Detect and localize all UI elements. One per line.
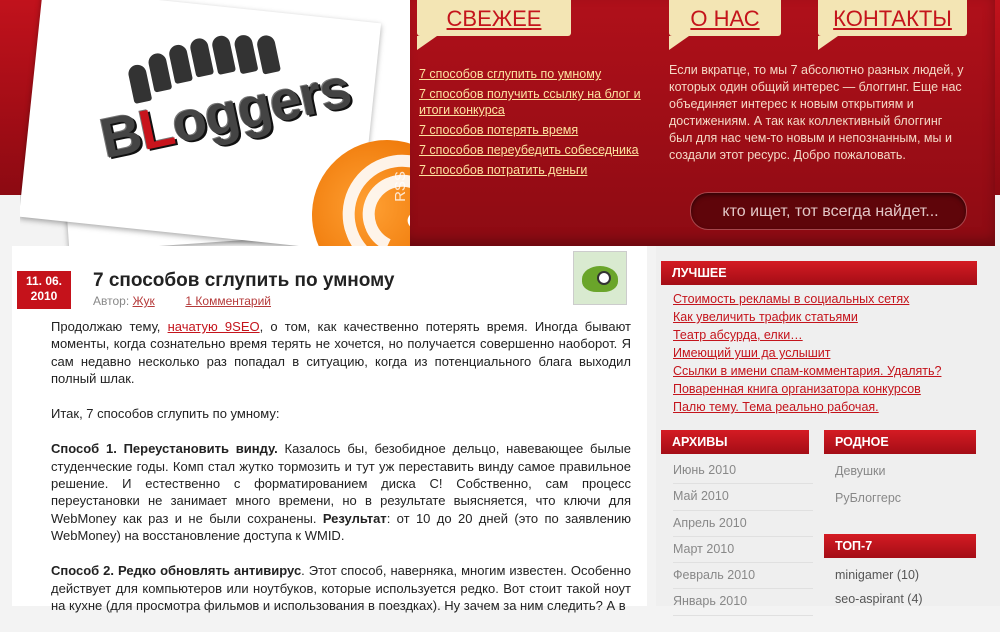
- best-link[interactable]: Палю тему. Тема реально рабочая.: [673, 400, 879, 414]
- author-link[interactable]: Жук: [133, 294, 155, 308]
- list-item: seo-aspirant (4): [835, 587, 975, 611]
- best-link[interactable]: Имеющий уши да услышит: [673, 346, 830, 360]
- archives-list: Июнь 2010 Май 2010 Апрель 2010 Март 2010…: [673, 458, 813, 616]
- paragraph: Продолжаю тему, начатую 9SEO, о том, как…: [51, 318, 631, 387]
- logo-silhouette: [146, 51, 173, 93]
- tab-contacts[interactable]: КОНТАКТЫ: [818, 0, 967, 50]
- logo-silhouette: [167, 43, 194, 85]
- date-year: 2010: [30, 289, 58, 303]
- list-item: Ссылки в имени спам-комментария. Удалять…: [673, 362, 973, 380]
- tab-about[interactable]: О НАС: [669, 0, 781, 50]
- archive-link[interactable]: Июнь 2010: [673, 458, 813, 485]
- list-item: 7 способов потратить деньги: [419, 162, 659, 178]
- best-link[interactable]: Ссылки в имени спам-комментария. Удалять…: [673, 364, 941, 378]
- list-item: Поваренная книга организатора конкурсов: [673, 380, 973, 398]
- widget-title-native: РОДНОЕ: [824, 430, 976, 454]
- paragraph: Способ 2. Редко обновлять антивирус. Это…: [51, 562, 631, 614]
- avatar-eye: [597, 271, 611, 285]
- archive-link[interactable]: Февраль 2010: [673, 563, 813, 590]
- search-input[interactable]: [701, 199, 960, 225]
- best-list: Стоимость рекламы в социальных сетях Как…: [673, 290, 973, 416]
- widget-title-archives: АРХИВЫ: [661, 430, 809, 454]
- paragraph: Способ 1. Переустановить винду. Казалось…: [51, 440, 631, 544]
- list-item: Палю тему. Тема реально рабочая.: [673, 398, 973, 416]
- search-box: [690, 192, 967, 230]
- archive-link[interactable]: Апрель 2010: [673, 511, 813, 537]
- about-text: Если вкратце, то мы 7 абсолютно разных л…: [669, 63, 964, 162]
- fresh-post-link[interactable]: 7 способов сглупить по умному: [419, 67, 601, 81]
- list-item: Театр абсурда, елки…: [673, 326, 973, 344]
- post-body: Продолжаю тему, начатую 9SEO, о том, как…: [51, 318, 631, 632]
- best-link[interactable]: Поваренная книга организатора конкурсов: [673, 382, 921, 396]
- list-item: 7 способов переубедить собеседника: [419, 142, 659, 158]
- best-link[interactable]: Театр абсурда, елки…: [673, 328, 803, 342]
- rss-label: RSS: [391, 171, 409, 202]
- text: Продолжаю тему,: [51, 319, 168, 334]
- archive-link[interactable]: Январь 2010: [673, 589, 813, 616]
- inline-link[interactable]: начатую 9SEO: [168, 319, 260, 334]
- top-user-count: (4): [907, 592, 923, 606]
- list-item: Как увеличить трафик статьями: [673, 308, 973, 326]
- top-user-link[interactable]: minigamer: [835, 568, 893, 582]
- tab-fresh[interactable]: СВЕЖЕЕ: [417, 0, 571, 50]
- paragraph: Итак, 7 способов сглупить по умному:: [51, 406, 280, 422]
- result-label: Результат: [322, 510, 387, 526]
- method-title: Способ 1. Переустановить винду.: [51, 441, 278, 457]
- author-label: Автор:: [93, 294, 130, 308]
- logo-silhouette: [210, 34, 237, 75]
- post-meta: Автор: Жук 1 Комментарий: [93, 294, 271, 308]
- list-item: 7 способов получить ссылку на блог и ито…: [419, 86, 659, 118]
- fresh-posts-list: 7 способов сглупить по умному 7 способов…: [419, 66, 659, 182]
- avatar: [573, 251, 627, 305]
- fresh-post-link[interactable]: 7 способов получить ссылку на блог и ито…: [419, 87, 641, 117]
- archive-link[interactable]: Март 2010: [673, 537, 813, 564]
- logo-silhouette: [188, 36, 215, 78]
- method-title: Способ 2. Редко обновлять антивирус: [51, 563, 302, 579]
- list-item: Стоимость рекламы в социальных сетях: [673, 290, 973, 308]
- logo-silhouette: [232, 33, 259, 75]
- list-item: 7 способов потерять время: [419, 122, 659, 138]
- fresh-post-link[interactable]: 7 способов переубедить собеседника: [419, 143, 639, 157]
- best-link[interactable]: Стоимость рекламы в социальных сетях: [673, 292, 909, 306]
- list-item: minigamer (10): [835, 563, 975, 587]
- fresh-post-link[interactable]: 7 способов потерять время: [419, 123, 578, 137]
- logo-area[interactable]: BLoggers RSS: [20, 0, 410, 250]
- top-user-link[interactable]: seo-aspirant: [835, 592, 904, 606]
- list-item: 7 способов сглупить по умному: [419, 66, 659, 82]
- post-title[interactable]: 7 способов сглупить по умному: [93, 270, 394, 292]
- date-badge: 11. 06. 2010: [17, 271, 71, 309]
- native-link[interactable]: РуБлоггерс: [835, 485, 975, 512]
- native-list: Девушки РуБлоггерс: [835, 458, 975, 512]
- best-link[interactable]: Как увеличить трафик статьями: [673, 310, 858, 324]
- archive-link[interactable]: Май 2010: [673, 484, 813, 511]
- widget-title-top: ТОП-7: [824, 534, 976, 558]
- comments-link[interactable]: 1 Комментарий: [185, 294, 271, 308]
- top-user-count: (10): [896, 568, 920, 582]
- fresh-post-link[interactable]: 7 способов потратить деньги: [419, 163, 587, 177]
- native-link[interactable]: Девушки: [835, 458, 975, 485]
- widget-title-best: ЛУЧШЕЕ: [661, 261, 977, 285]
- top-list: minigamer (10) seo-aspirant (4): [835, 563, 975, 611]
- list-item: Имеющий уши да услышит: [673, 344, 973, 362]
- date-day: 11. 06.: [25, 274, 63, 288]
